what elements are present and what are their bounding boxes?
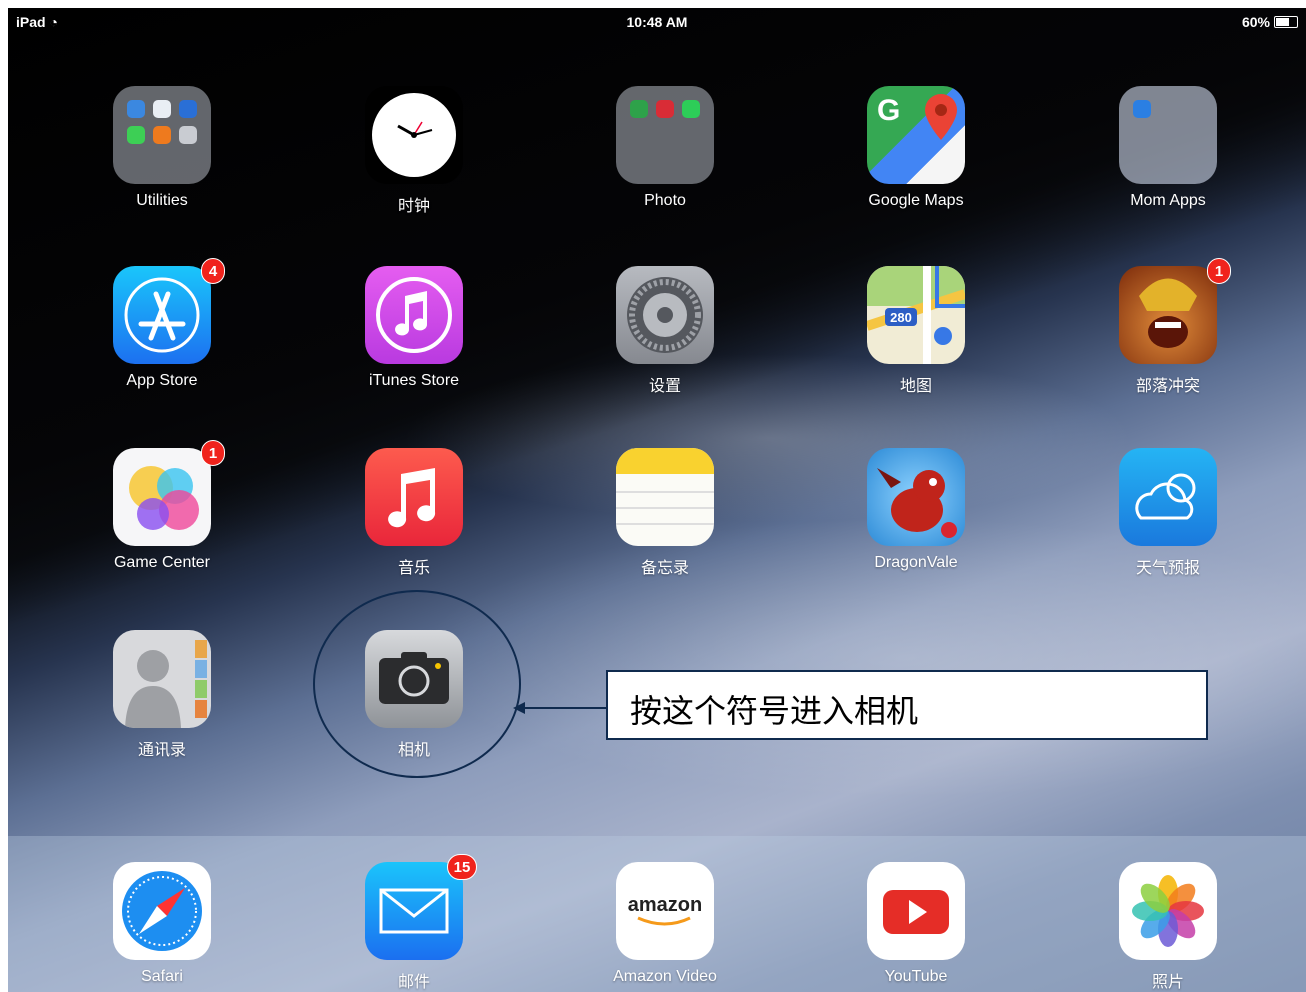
music-app[interactable]: 音乐: [314, 448, 514, 578]
app-label: Amazon Video: [613, 968, 717, 985]
maps-app[interactable]: 280 地图: [816, 266, 1016, 396]
route-shield-number: 280: [890, 310, 912, 325]
mom-apps-folder[interactable]: Mom Apps: [1068, 86, 1268, 210]
annotation-arrow: [513, 702, 608, 714]
photo-folder[interactable]: Photo: [565, 86, 765, 210]
maps-icon: 280: [867, 266, 965, 364]
safari-app[interactable]: Safari: [62, 862, 262, 986]
app-label: Google Maps: [868, 192, 964, 209]
app-label: DragonVale: [874, 554, 958, 571]
notes-app[interactable]: 备忘录: [565, 448, 765, 578]
mom-apps-folder-icon: [1119, 86, 1217, 184]
clock-icon: [365, 86, 463, 184]
youtube-app[interactable]: YouTube: [816, 862, 1016, 986]
app-label: iTunes Store: [368, 372, 460, 389]
mail-icon: [365, 862, 463, 960]
music-icon: [365, 448, 463, 546]
safari-icon: [113, 862, 211, 960]
app-store-icon: [113, 266, 211, 364]
youtube-icon: [867, 862, 965, 960]
weather-app[interactable]: 天气预报: [1068, 448, 1268, 578]
app-label: 通讯录: [137, 742, 186, 759]
app-label: Safari: [141, 968, 183, 985]
clash-of-clans-app[interactable]: 1 部落冲突: [1068, 258, 1268, 396]
notes-icon: [616, 448, 714, 546]
status-right: 60%: [1242, 14, 1298, 30]
settings-icon: [616, 266, 714, 364]
google-maps-app[interactable]: G Google Maps: [816, 86, 1016, 210]
game-center-app[interactable]: 1 Game Center: [62, 440, 262, 572]
app-label: 照片: [1151, 974, 1184, 991]
app-label: Photo: [644, 192, 686, 209]
app-label: 邮件: [397, 974, 430, 991]
settings-app[interactable]: 设置: [565, 266, 765, 396]
notification-badge: 15: [447, 854, 477, 880]
app-label: 设置: [648, 378, 681, 395]
battery-icon: [1274, 16, 1298, 28]
app-label: 地图: [899, 378, 932, 395]
notification-badge: 1: [1207, 258, 1231, 284]
utilities-folder-icon: [113, 86, 211, 184]
app-label: YouTube: [884, 968, 948, 985]
status-bar: iPad ◔ 10:48 AM 60%: [8, 8, 1306, 36]
photos-app[interactable]: 照片: [1068, 862, 1268, 992]
annotation-text: 按这个符号进入相机: [630, 692, 919, 730]
itunes-store-app[interactable]: iTunes Store: [314, 266, 514, 390]
contacts-app[interactable]: 通讯录: [62, 630, 262, 760]
game-center-icon: [113, 448, 211, 546]
clash-of-clans-icon: [1119, 266, 1217, 364]
clock-app[interactable]: 时钟: [314, 86, 514, 216]
battery-percent: 60%: [1241, 14, 1270, 30]
svg-text:G: G: [877, 94, 900, 127]
app-label: Game Center: [113, 554, 211, 571]
contacts-icon: [113, 630, 211, 728]
app-label: Mom Apps: [1130, 192, 1206, 209]
google-maps-icon: G: [867, 86, 965, 184]
annotation-circle: [313, 590, 521, 778]
dragonvale-app[interactable]: DragonVale: [816, 448, 1016, 572]
itunes-store-icon: [365, 266, 463, 364]
app-store-app[interactable]: 4 App Store: [62, 258, 262, 390]
home-screen: iPad ◔ 10:48 AM 60% Utilities 时钟 Photo G…: [8, 8, 1306, 992]
annotation-callout: 按这个符号进入相机: [606, 670, 1208, 740]
notification-badge: 1: [201, 440, 225, 466]
weather-icon: [1119, 448, 1217, 546]
app-label: 备忘录: [640, 560, 689, 577]
dragonvale-icon: [867, 448, 965, 546]
app-label: 时钟: [397, 198, 430, 215]
photo-folder-icon: [616, 86, 714, 184]
mail-app[interactable]: 15 邮件: [314, 854, 514, 992]
clock-time: 10:48 AM: [626, 14, 688, 30]
utilities-folder[interactable]: Utilities: [62, 86, 262, 210]
app-label: 音乐: [397, 560, 430, 577]
photos-icon: [1119, 862, 1217, 960]
amazon-video-icon: amazon: [616, 862, 714, 960]
app-label: 天气预报: [1135, 560, 1200, 577]
amazon-video-app[interactable]: amazon Amazon Video: [565, 862, 765, 986]
app-label: Utilities: [136, 192, 188, 209]
app-label: 部落冲突: [1135, 378, 1200, 395]
notification-badge: 4: [201, 258, 225, 284]
app-label: App Store: [126, 372, 198, 389]
